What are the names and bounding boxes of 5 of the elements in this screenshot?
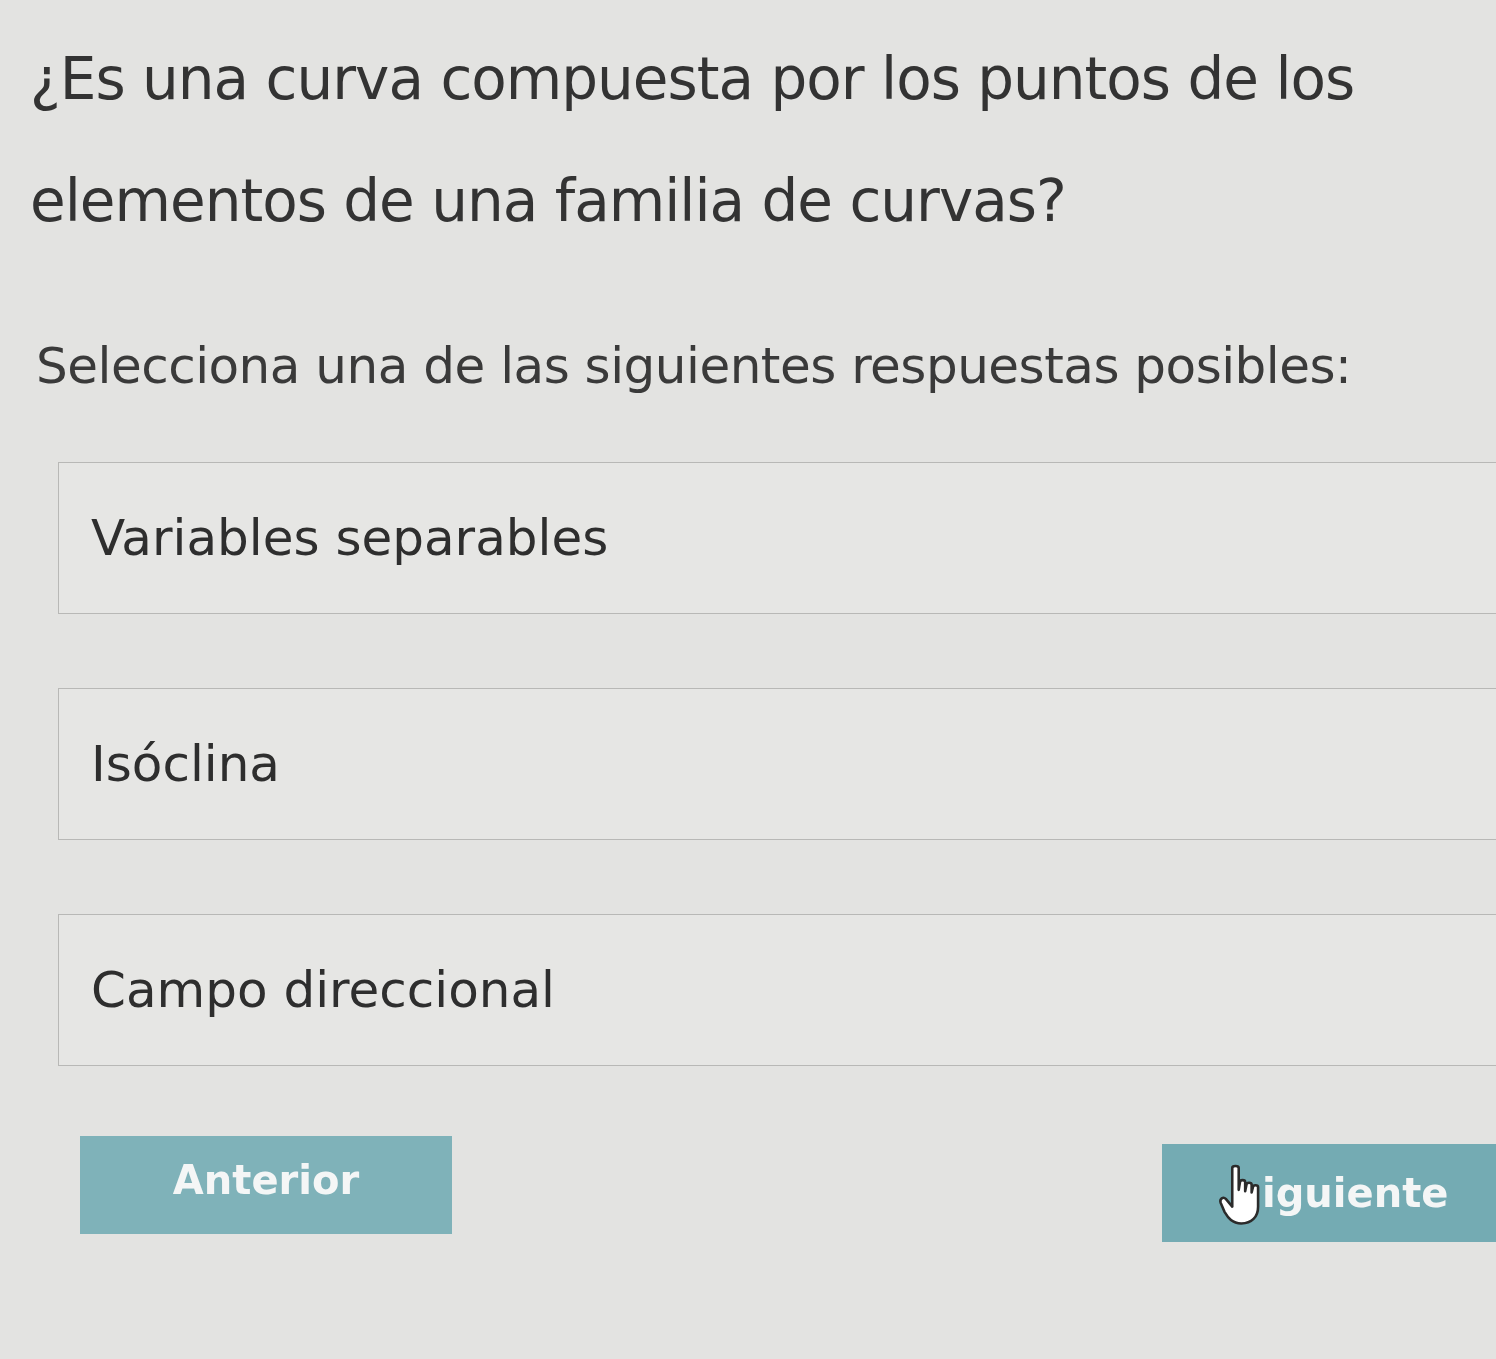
- question-text: ¿Es una curva compuesta por los puntos de los elementos de una familia de curvas?: [29, 44, 1356, 237]
- answer-option[interactable]: Campo direccional: [58, 914, 1496, 1066]
- instruction-text: Selecciona una de las siguientes respuestas posibles:: [36, 336, 1353, 397]
- answer-option[interactable]: Variables separables: [58, 462, 1496, 614]
- answer-option[interactable]: Isóclina: [58, 688, 1496, 840]
